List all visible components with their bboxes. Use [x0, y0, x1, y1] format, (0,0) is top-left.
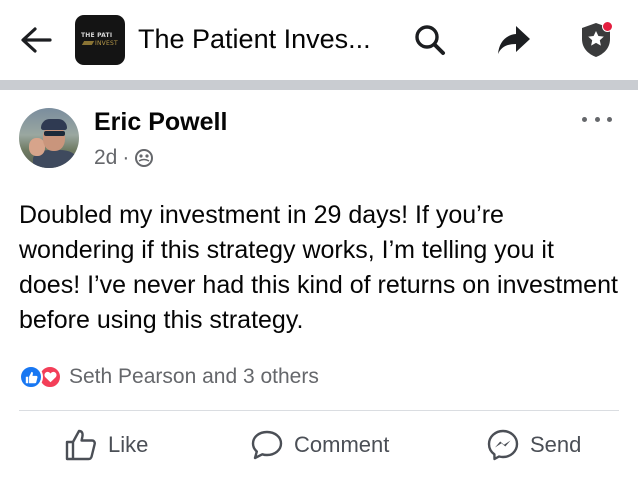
share-arrow-icon [498, 26, 530, 54]
more-dots-icon [582, 116, 587, 122]
thumbs-up-icon [65, 429, 96, 461]
avatar[interactable] [19, 108, 79, 168]
comment-label: Comment [294, 432, 390, 457]
header-divider [0, 80, 638, 90]
messenger-icon [487, 429, 519, 461]
post-text: Doubled my investment in 29 days! If you… [19, 201, 618, 334]
author-name[interactable]: Eric Powell [94, 108, 227, 137]
group-members-icon [135, 149, 154, 167]
meta-separator: · [122, 146, 130, 169]
group-title[interactable]: The Patient Inves... [138, 24, 371, 55]
like-button[interactable]: Like [64, 420, 148, 470]
search-icon [415, 25, 445, 55]
comment-bubble-icon [251, 430, 283, 460]
send-label: Send [530, 432, 582, 457]
post-meta: 2d · [94, 146, 154, 170]
logo-text-bottom: INVEST [95, 40, 118, 47]
search-button[interactable] [410, 20, 450, 60]
post-card: Eric Powell 2d · Doubled my investment i… [0, 90, 638, 480]
send-button[interactable]: Send [486, 420, 581, 470]
top-bar: THE PATI INVEST The Patient Inves... [0, 0, 638, 80]
actions-divider [19, 410, 619, 411]
comment-button[interactable]: Comment [250, 420, 389, 470]
share-button[interactable] [494, 20, 534, 60]
like-reaction-icon [19, 365, 43, 389]
reactions-summary[interactable]: Seth Pearson and 3 others [19, 362, 319, 392]
like-label: Like [108, 432, 149, 457]
notification-dot [602, 21, 613, 32]
post-actions: Like Comment Send [0, 420, 638, 470]
logo-text-top: THE PATI [81, 32, 113, 39]
reactions-text[interactable]: Seth Pearson and 3 others [69, 365, 319, 389]
more-options-button[interactable] [582, 110, 612, 128]
shield-button[interactable] [576, 20, 616, 60]
post-time[interactable]: 2d [94, 146, 117, 170]
back-button[interactable] [16, 22, 56, 58]
logo-stripe [81, 41, 95, 45]
group-logo[interactable]: THE PATI INVEST [75, 15, 125, 65]
arrow-left-icon [21, 27, 52, 53]
